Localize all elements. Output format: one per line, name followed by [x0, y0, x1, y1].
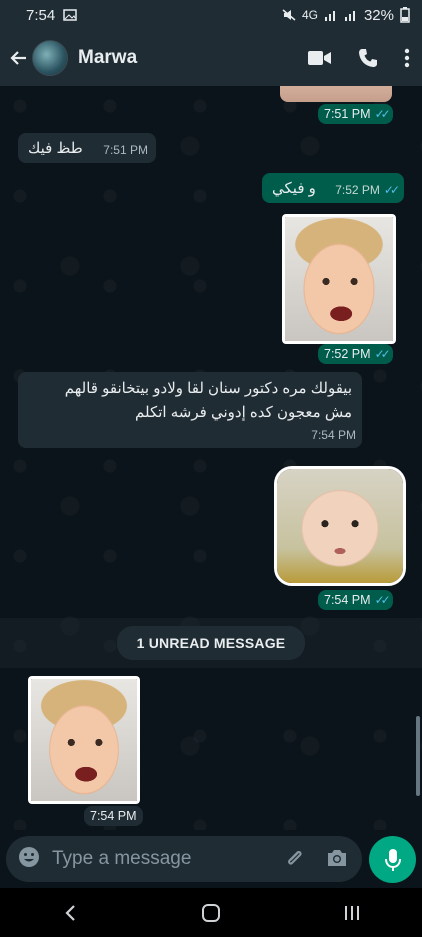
message-bubble-outgoing[interactable]: و فيكي 7:52 PM ✓✓: [262, 173, 404, 203]
message-input-placeholder: Type a message: [52, 848, 192, 869]
status-time: 7:54: [26, 6, 56, 24]
nav-back-icon[interactable]: [50, 898, 90, 928]
battery-percentage: 32%: [363, 6, 394, 24]
message-timestamp: 7:54 PM: [84, 806, 143, 826]
sticker-laughing-baby-incoming[interactable]: [28, 676, 140, 804]
read-receipt-icon: ✓✓: [374, 107, 391, 121]
message-input[interactable]: Type a message: [6, 836, 362, 882]
message-timestamp: 7:51 PM: [103, 143, 148, 157]
message-timestamp: 7:52 PM: [335, 183, 380, 197]
unread-divider: 1 UNREAD MESSAGE: [0, 618, 422, 668]
message-timestamp: 7:54 PM ✓✓: [318, 590, 393, 610]
attach-icon[interactable]: [284, 848, 306, 875]
message-bubble-incoming[interactable]: طظ فيك 7:51 PM: [18, 133, 156, 163]
message-timestamp: 7:52 PM ✓✓: [318, 344, 393, 364]
message-timestamp: 7:54 PM: [311, 428, 356, 442]
contact-name[interactable]: Marwa: [78, 47, 137, 69]
video-call-icon[interactable]: [308, 50, 332, 66]
chat-area[interactable]: 7:51 PM ✓✓ طظ فيك 7:51 PM و فيكي 7:52 PM ✓…: [0, 86, 422, 830]
phone-icon[interactable]: [358, 48, 378, 68]
chat-header: Marwa: [0, 30, 422, 86]
sticker-serious-baby[interactable]: [274, 466, 406, 586]
read-receipt-icon: ✓✓: [374, 593, 391, 607]
camera-icon[interactable]: [326, 848, 348, 873]
gallery-notification-icon: [63, 9, 77, 21]
sticker-laughing-baby[interactable]: [282, 214, 396, 344]
message-image-partial[interactable]: [280, 86, 392, 102]
scrollbar-thumb[interactable]: [416, 716, 420, 796]
network-type: 4G: [301, 8, 318, 22]
system-navigation-bar: [0, 888, 422, 937]
unread-label: 1 UNREAD MESSAGE: [116, 626, 306, 660]
signal-icon-2: [344, 11, 355, 21]
microphone-icon: [384, 848, 401, 871]
signal-icon: [324, 11, 335, 21]
message-bubble-incoming[interactable]: بيقولك مره دكتور سنان لقا ولادو بيتخانقو…: [18, 372, 362, 448]
voice-message-button[interactable]: [369, 836, 416, 883]
read-receipt-icon: ✓✓: [374, 347, 391, 361]
emoji-icon[interactable]: [18, 846, 40, 873]
battery-icon: [400, 7, 410, 23]
message-timestamp: 7:51 PM ✓✓: [318, 104, 393, 124]
status-bar: 7:54 4G 32%: [0, 0, 422, 30]
more-vertical-icon[interactable]: [404, 48, 410, 68]
message-text: و فيكي: [272, 180, 316, 197]
message-text-line-1: بيقولك مره دكتور سنان لقا ولادو بيتخانقو…: [64, 380, 352, 397]
back-arrow-icon[interactable]: [8, 47, 30, 69]
nav-home-icon[interactable]: [191, 898, 231, 928]
contact-avatar[interactable]: [32, 40, 68, 76]
nav-recents-icon[interactable]: [332, 898, 372, 928]
message-text-line-2: مش معجون كده إدوني فرشه اتكلم: [135, 404, 352, 421]
message-composer: Type a message: [0, 830, 422, 888]
mute-icon: [282, 9, 296, 21]
read-receipt-icon: ✓✓: [383, 183, 400, 197]
message-text: طظ فيك: [28, 140, 83, 157]
